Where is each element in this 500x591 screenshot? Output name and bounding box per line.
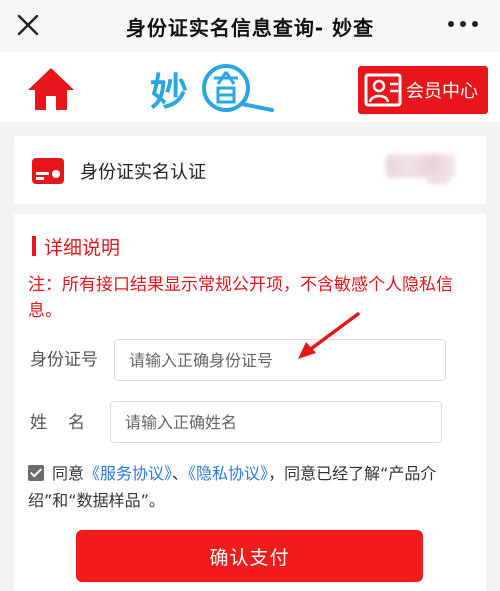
member-card-icon bbox=[364, 73, 402, 107]
home-icon[interactable] bbox=[26, 66, 76, 112]
section-title: 详细说明 bbox=[44, 237, 121, 259]
query-form-card: 详细说明 注：所有接口结果显示常规公开项，不含敏感个人隐私信息。 身份证号 姓 … bbox=[14, 214, 486, 591]
notice-text: 注：所有接口结果显示常规公开项，不含敏感个人隐私信息。 bbox=[28, 275, 453, 321]
agreement-separator: 、 bbox=[172, 464, 189, 483]
service-card: 身份证实名认证 bbox=[14, 136, 486, 204]
member-center-label: 会员中心 bbox=[406, 81, 478, 102]
site-logo: 妙 bbox=[150, 60, 276, 116]
service-label: 身份证实名认证 bbox=[80, 162, 206, 183]
magnifier-logo-icon bbox=[202, 64, 275, 112]
name-label: 姓 名 bbox=[30, 413, 87, 433]
id-number-input[interactable] bbox=[114, 339, 446, 381]
name-input[interactable] bbox=[110, 401, 442, 443]
agreement-text: 同意《服务协议》、《隐私协议》，同意已经了解“产品介绍”和“数据样品”。 bbox=[28, 460, 480, 514]
section-marker bbox=[32, 236, 36, 256]
confirm-pay-button[interactable]: 确认支付 bbox=[76, 530, 423, 582]
title-bar: 身份证实名信息查询- 妙查 bbox=[0, 0, 500, 52]
blurred-price-detail bbox=[426, 174, 450, 184]
site-header: 妙 会员中心 bbox=[0, 52, 500, 122]
id-card-icon bbox=[32, 158, 64, 184]
page-title: 身份证实名信息查询- 妙查 bbox=[125, 15, 375, 40]
agree-checkbox[interactable] bbox=[28, 465, 44, 481]
member-center-button[interactable]: 会员中心 bbox=[358, 66, 488, 114]
pointer-arrow-icon bbox=[298, 312, 360, 359]
logo-text: 妙 bbox=[150, 69, 189, 114]
close-icon[interactable] bbox=[14, 11, 42, 39]
service-agreement-link[interactable]: 《服务协议》 bbox=[84, 464, 172, 483]
id-number-label: 身份证号 bbox=[30, 350, 98, 370]
privacy-agreement-link[interactable]: 《隐私协议》 bbox=[188, 464, 268, 483]
agreement-prefix: 同意 bbox=[52, 464, 85, 483]
more-options-icon[interactable] bbox=[448, 21, 478, 27]
